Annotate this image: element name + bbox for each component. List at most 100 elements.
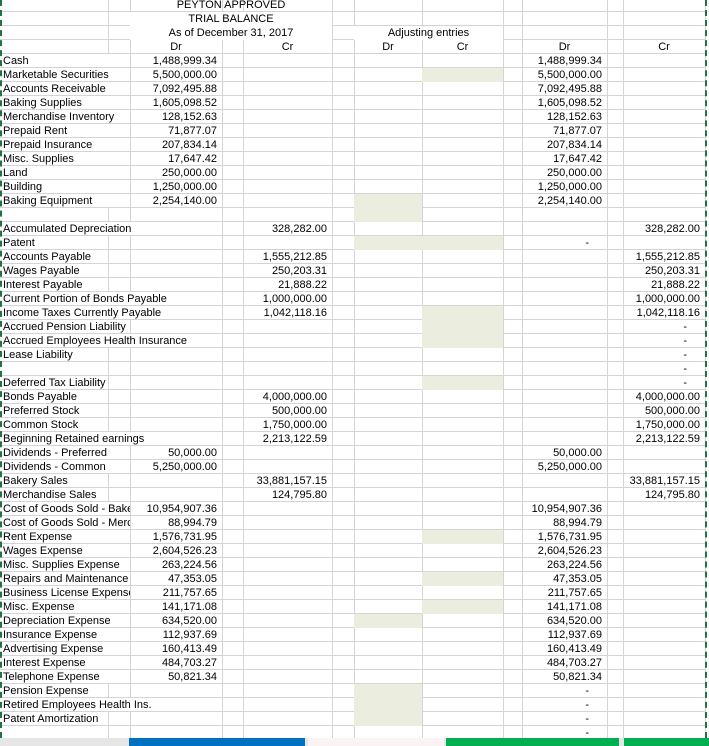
adjusted-debit-value[interactable]: 1,576,731.95 [522,530,607,544]
adjustment-credit-highlight[interactable] [422,376,503,390]
adjusted-debit-value[interactable]: 250,000.00 [522,166,607,180]
adjustment-debit-highlight[interactable] [354,712,422,726]
adjusted-debit-value[interactable]: 1,250,000.00 [522,180,607,194]
adjustment-debit-highlight[interactable] [354,614,422,628]
trial-balance-debit-value[interactable]: 7,092,495.88 [130,82,222,96]
account-name[interactable]: Telephone Expense [3,670,130,683]
trial-balance-debit-value[interactable]: 47,353.05 [130,572,222,586]
adjusted-credit-value[interactable]: 124,795.80 [623,488,705,502]
trial-balance-credit-value[interactable]: 1,555,212.85 [243,250,332,264]
adjusted-debit-value[interactable]: 141,171.08 [522,600,607,614]
adjusted-debit-value[interactable]: 484,703.27 [522,656,607,670]
adjusted-debit-value[interactable]: 128,152.63 [522,110,607,124]
trial-balance-debit-value[interactable]: 1,488,999.34 [130,54,222,68]
adjusted-debit-value[interactable]: 50,000.00 [522,446,607,460]
adjusted-credit-value[interactable]: - [623,348,705,362]
account-name[interactable]: Income Taxes Currently Payable [3,306,163,319]
account-name[interactable]: Rent Expense [3,530,130,543]
adjustment-credit-highlight[interactable] [422,530,503,544]
trial-balance-debit-value[interactable]: 141,171.08 [130,600,222,614]
account-name[interactable]: Business License Expense [3,586,130,599]
adjustment-debit-highlight[interactable] [354,698,422,712]
account-name[interactable]: Repairs and Maintenance [3,572,130,585]
trial-balance-credit-value[interactable]: 21,888.22 [243,278,332,292]
adjusted-credit-value[interactable]: 250,203.31 [623,264,705,278]
trial-balance-debit-value[interactable]: 1,605,098.52 [130,96,222,110]
adjusted-debit-value[interactable]: 2,604,526.23 [522,544,607,558]
account-name[interactable]: Dividends - Common [3,460,130,473]
adjustment-credit-highlight[interactable] [422,306,503,320]
account-name[interactable]: Interest Payable [3,278,84,291]
account-name[interactable]: Merchandise Inventory [3,110,130,123]
adjusted-credit-value[interactable]: - [623,334,705,348]
adjusted-debit-value[interactable]: 5,250,000.00 [522,460,607,474]
trial-balance-credit-value[interactable]: 1,000,000.00 [243,292,332,306]
adjusted-credit-value[interactable]: 500,000.00 [623,404,705,418]
adjustment-credit-highlight[interactable] [422,68,503,82]
adjusted-debit-value[interactable]: 211,757.65 [522,586,607,600]
account-name[interactable]: Accrued Employees Health Insurance [3,334,189,347]
adjusted-debit-value[interactable]: 5,500,000.00 [522,68,607,82]
adjusted-debit-value[interactable]: 50,821.34 [522,670,607,684]
adjusted-debit-value[interactable]: 160,413.49 [522,642,607,656]
sheet-tab-active[interactable] [308,738,444,746]
adjustment-credit-highlight[interactable] [422,600,503,614]
adjusted-debit-value[interactable]: 207,834.14 [522,138,607,152]
adjusted-debit-value[interactable]: 1,605,098.52 [522,96,607,110]
adjusted-credit-value[interactable]: 33,881,157.15 [623,474,705,488]
adjustment-credit-highlight[interactable] [422,320,503,334]
trial-balance-debit-value[interactable]: 634,520.00 [130,614,222,628]
adjusted-debit-value[interactable]: 263,224.56 [522,558,607,572]
adjusted-credit-value[interactable]: - [623,320,705,334]
adjusted-credit-value[interactable]: 328,282.00 [623,222,705,236]
trial-balance-debit-value[interactable]: 250,000.00 [130,166,222,180]
trial-balance-credit-value[interactable]: 1,750,000.00 [243,418,332,432]
trial-balance-credit-value[interactable]: 250,203.31 [243,264,332,278]
account-name[interactable]: Misc. Supplies [3,152,130,165]
account-name[interactable]: Retired Employees Health Ins. [3,698,153,711]
account-name[interactable]: Baking Equipment [3,194,130,207]
adjustment-debit-highlight[interactable] [354,236,422,250]
trial-balance-credit-value[interactable]: 328,282.00 [243,222,332,236]
adjustment-debit-highlight[interactable] [354,208,422,222]
adjusted-credit-value[interactable]: - [623,362,705,376]
account-name[interactable]: Accrued Pension Liability [3,320,127,333]
adjusted-debit-value[interactable]: 112,937.69 [522,628,607,642]
account-name[interactable]: Bonds Payable [3,390,78,403]
adjusted-credit-value[interactable]: 1,555,212.85 [623,250,705,264]
account-name[interactable]: Marketable Securities [3,68,130,81]
adjustment-debit-highlight[interactable] [354,684,422,698]
adjusted-credit-value[interactable]: 1,042,118.16 [623,306,705,320]
account-name[interactable]: Merchandise Sales [3,488,98,501]
adjusted-debit-value[interactable]: 7,092,495.88 [522,82,607,96]
spreadsheet-grid[interactable]: PEYTON APPROVED TRIAL BALANCE As of Dece… [0,0,709,738]
adjusted-debit-value[interactable]: - [522,236,607,250]
trial-balance-credit-value[interactable]: 1,042,118.16 [243,306,332,320]
account-name[interactable]: Lease Liability [3,348,74,361]
adjusted-credit-value[interactable]: 21,888.22 [623,278,705,292]
account-name[interactable]: Deferred Tax Liability [3,376,107,389]
account-name[interactable]: Accounts Receivable [3,82,130,95]
trial-balance-credit-value[interactable]: 33,881,157.15 [243,474,332,488]
adjusted-credit-value[interactable]: 2,213,122.59 [623,432,705,446]
trial-balance-debit-value[interactable]: 1,250,000.00 [130,180,222,194]
account-name[interactable]: Accumulated Depreciation [3,222,133,235]
trial-balance-debit-value[interactable]: 207,834.14 [130,138,222,152]
account-name[interactable]: Misc. Expense [3,600,130,613]
account-name[interactable]: Baking Supplies [3,96,130,109]
trial-balance-debit-value[interactable]: 17,647.42 [130,152,222,166]
account-name[interactable]: Land [3,166,130,179]
account-name[interactable]: Accounts Payable [3,250,93,263]
trial-balance-debit-value[interactable]: 88,994.79 [130,516,222,530]
account-name[interactable]: Patent [3,236,36,249]
trial-balance-debit-value[interactable]: 10,954,907.36 [130,502,222,516]
adjusted-debit-value[interactable]: 2,254,140.00 [522,194,607,208]
account-name[interactable]: Interest Expense [3,656,130,669]
trial-balance-debit-value[interactable]: 2,254,140.00 [130,194,222,208]
account-name[interactable]: Prepaid Rent [3,124,130,137]
sheet-tab-blue[interactable] [129,738,305,746]
account-name[interactable]: Beginning Retained earnings [3,432,146,445]
adjusted-debit-value[interactable]: - [522,712,607,726]
trial-balance-debit-value[interactable]: 112,937.69 [130,628,222,642]
trial-balance-credit-value[interactable]: 500,000.00 [243,404,332,418]
